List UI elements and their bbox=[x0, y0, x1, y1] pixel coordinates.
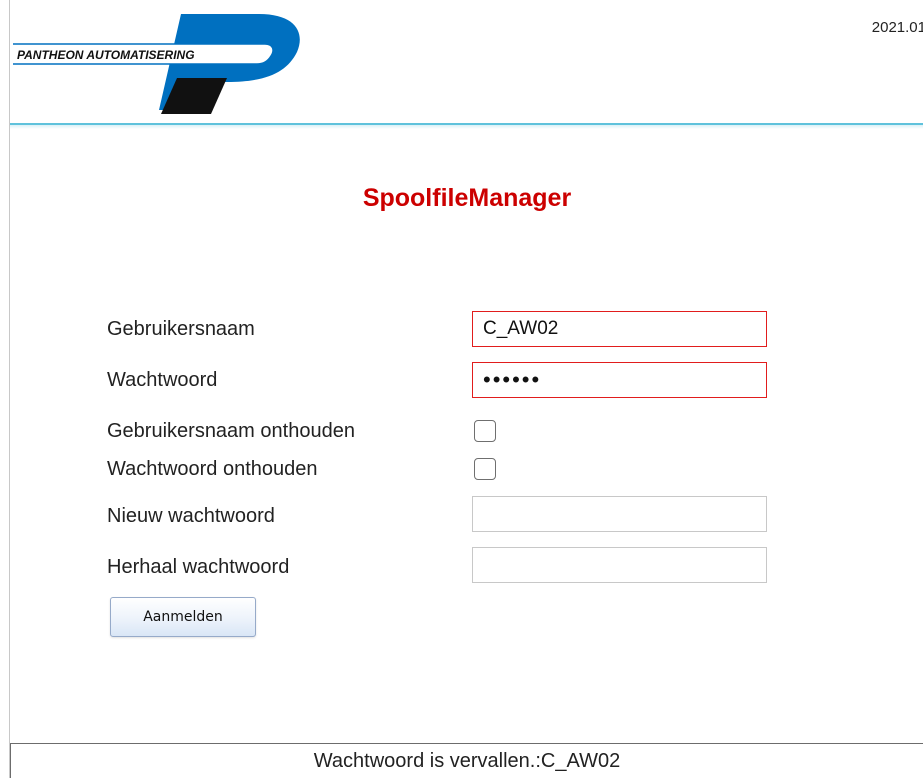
version-label: 2021.01 bbox=[871, 19, 923, 36]
remember-password-label: Wachtwoord onthouden bbox=[107, 458, 318, 480]
username-label: Gebruikersnaam bbox=[107, 318, 255, 340]
header: PANTHEON AUTOMATISERING 2021.01 bbox=[10, 0, 923, 129]
pantheon-logo-icon: PANTHEON AUTOMATISERING bbox=[13, 14, 300, 114]
remember-username-checkbox[interactable] bbox=[474, 420, 496, 442]
pantheon-logo: PANTHEON AUTOMATISERING bbox=[13, 14, 303, 116]
repeat-password-input[interactable] bbox=[472, 547, 767, 583]
remember-username-label: Gebruikersnaam onthouden bbox=[107, 420, 355, 442]
logo-text: PANTHEON AUTOMATISERING bbox=[17, 48, 195, 62]
password-label: Wachtwoord bbox=[107, 369, 218, 391]
username-input[interactable] bbox=[472, 311, 767, 347]
repeat-password-label: Herhaal wachtwoord bbox=[107, 556, 290, 578]
page-title: SpoolfileManager bbox=[362, 184, 572, 212]
new-password-input[interactable] bbox=[472, 496, 767, 532]
new-password-label: Nieuw wachtwoord bbox=[107, 505, 275, 527]
login-button[interactable]: Aanmelden bbox=[110, 597, 256, 637]
remember-password-checkbox[interactable] bbox=[474, 458, 496, 480]
page-frame: PANTHEON AUTOMATISERING 2021.01 Spoolfil… bbox=[9, 0, 923, 778]
header-divider-shadow bbox=[10, 125, 923, 129]
password-input[interactable] bbox=[472, 362, 767, 398]
status-message: Wachtwoord is vervallen.:C_AW02 bbox=[313, 750, 621, 772]
status-bar: Wachtwoord is vervallen.:C_AW02 bbox=[10, 743, 923, 778]
